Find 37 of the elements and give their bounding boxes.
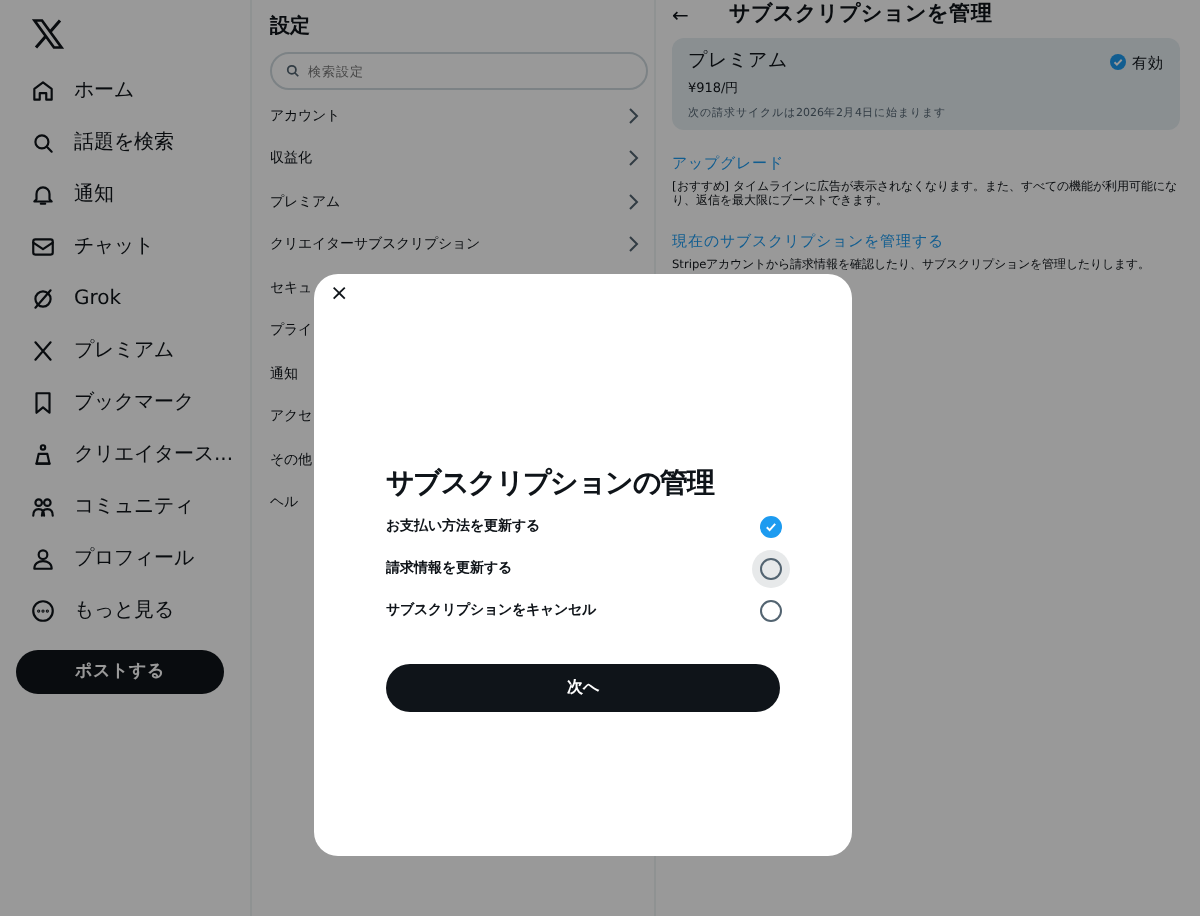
- sidebar-item[interactable]: 話題を検索: [16, 116, 248, 168]
- bookmark-icon: [30, 389, 56, 415]
- home-icon: [30, 77, 56, 103]
- sidebar-item[interactable]: コミュニティ: [16, 480, 248, 532]
- dialog-title: サブスクリプションの管理: [386, 466, 717, 504]
- sidebar-item[interactable]: プレミアム: [16, 324, 248, 376]
- sidebar-item[interactable]: クリエイタース...: [16, 428, 248, 480]
- radio-button[interactable]: [760, 558, 782, 580]
- sidebar-item[interactable]: プロフィール: [16, 532, 248, 584]
- figure-icon: [30, 441, 56, 467]
- next-button[interactable]: 次へ: [386, 664, 780, 712]
- x-icon: [30, 337, 56, 363]
- check-icon: [1110, 54, 1126, 71]
- post-button[interactable]: ポストする: [16, 650, 224, 694]
- settings-title: 設定: [270, 12, 312, 40]
- close-button[interactable]: ×: [326, 282, 353, 304]
- sidebar-item[interactable]: ホーム: [16, 64, 248, 116]
- people-icon: [30, 493, 56, 519]
- person-icon: [30, 545, 56, 571]
- sidebar-item[interactable]: 通知: [16, 168, 248, 220]
- check-icon: [764, 520, 778, 534]
- slashed-circle-icon: [30, 285, 56, 311]
- sidebar-item[interactable]: ブックマーク: [16, 376, 248, 428]
- envelope-icon: [30, 233, 56, 259]
- page-title: サブスクリプションを管理: [728, 0, 993, 31]
- back-button[interactable]: ←: [672, 1, 689, 31]
- radio-button[interactable]: [760, 516, 782, 538]
- logo-icon[interactable]: [30, 16, 66, 52]
- plan-name: プレミアム: [688, 48, 788, 76]
- bell-icon: [30, 181, 56, 207]
- search-icon: [286, 64, 300, 78]
- search-icon: [30, 129, 56, 155]
- sidebar-item[interactable]: もっと見る: [16, 584, 248, 636]
- more-icon: [30, 597, 56, 623]
- radio-button[interactable]: [760, 600, 782, 622]
- sidebar-item[interactable]: チャット: [16, 220, 248, 272]
- sidebar-item[interactable]: Grok: [16, 272, 248, 324]
